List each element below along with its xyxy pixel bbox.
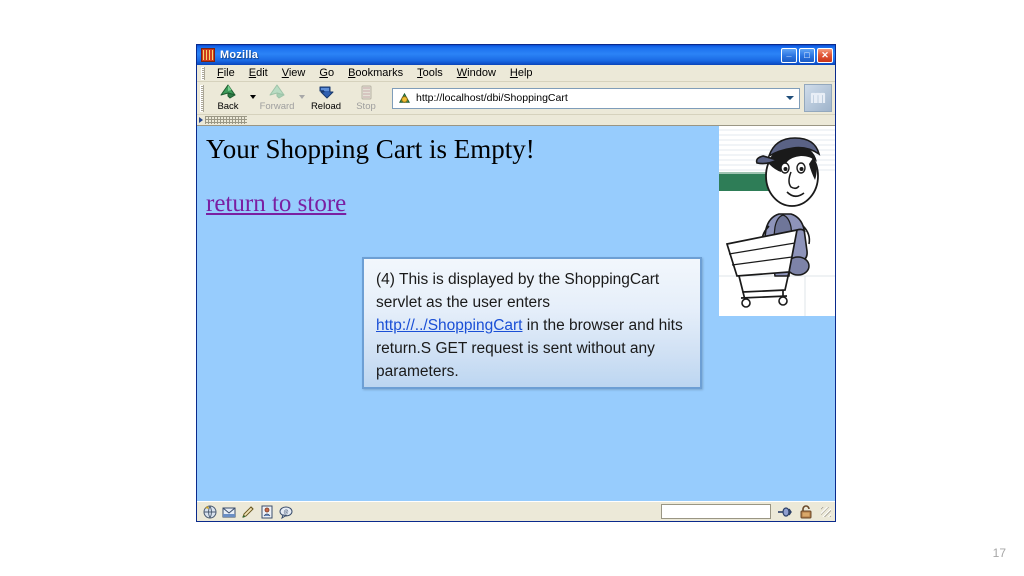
stop-button[interactable]: Stop xyxy=(346,83,386,114)
menu-item-file[interactable]: File xyxy=(210,66,242,80)
composer-icon[interactable] xyxy=(240,504,256,520)
page-favicon xyxy=(399,92,410,103)
close-icon: ✕ xyxy=(821,49,829,60)
window-title-bar: Mozilla _ □ ✕ xyxy=(197,45,835,65)
window-resize-grip[interactable] xyxy=(821,506,831,517)
reload-arrow-icon xyxy=(319,86,334,99)
page-title: Your Shopping Cart is Empty! xyxy=(206,134,535,164)
navigation-toolbar: Back Forward Reload Stop http://localhos… xyxy=(197,82,835,115)
maximize-button[interactable]: □ xyxy=(799,47,815,63)
shopper-with-cart-cartoon xyxy=(719,126,835,316)
security-padlock-icon[interactable] xyxy=(798,504,814,520)
mozilla-icon xyxy=(201,48,215,62)
navigation-toolbar-grip[interactable] xyxy=(200,84,204,112)
reload-button-label: Reload xyxy=(310,101,342,112)
callout-box: (4) This is displayed by the ShoppingCar… xyxy=(362,257,702,389)
slide-canvas: Mozilla _ □ ✕ File Edit View Go Bookmark… xyxy=(0,0,1024,576)
callout-text-before: (4) This is displayed by the ShoppingCar… xyxy=(376,271,660,311)
back-history-dropdown[interactable] xyxy=(248,83,257,114)
close-button[interactable]: ✕ xyxy=(817,47,833,63)
maximize-icon: □ xyxy=(804,49,810,60)
mail-icon[interactable] xyxy=(221,504,237,520)
chevron-down-icon xyxy=(298,94,305,99)
forward-button-label: Forward xyxy=(259,101,295,112)
status-bar-component-icons: @ xyxy=(199,504,294,520)
mozilla-logo-icon xyxy=(810,92,826,103)
menu-item-view[interactable]: View xyxy=(275,66,313,80)
window-title: Mozilla xyxy=(220,49,259,61)
throbber-button[interactable] xyxy=(804,84,832,112)
return-to-store-link[interactable]: return to store xyxy=(206,190,346,218)
menu-item-go[interactable]: Go xyxy=(312,66,341,80)
menu-item-help[interactable]: Help xyxy=(503,66,540,80)
reload-button[interactable]: Reload xyxy=(306,83,346,114)
expand-toolbar-icon[interactable] xyxy=(199,117,203,123)
forward-button[interactable]: Forward xyxy=(257,83,297,114)
network-proxy-icon[interactable] xyxy=(777,504,793,520)
stop-icon xyxy=(361,85,372,100)
status-bar-progress-field xyxy=(661,504,771,519)
chevron-down-icon xyxy=(785,96,794,100)
slide-number: 17 xyxy=(992,546,1006,560)
addressbook-icon[interactable] xyxy=(259,504,275,520)
minimize-icon: _ xyxy=(786,47,792,58)
personal-toolbar-grip[interactable] xyxy=(205,116,247,124)
address-bar[interactable]: http://localhost/dbi/ShoppingCart xyxy=(392,87,800,109)
forward-history-dropdown[interactable] xyxy=(297,83,306,114)
address-bar-dropdown[interactable] xyxy=(782,90,797,107)
window-controls: _ □ ✕ xyxy=(781,47,833,63)
menu-item-window[interactable]: Window xyxy=(450,66,503,80)
menu-bar: File Edit View Go Bookmarks Tools Window… xyxy=(197,65,835,82)
personal-toolbar[interactable] xyxy=(197,115,835,126)
menu-item-bookmarks[interactable]: Bookmarks xyxy=(341,66,410,80)
back-button[interactable]: Back xyxy=(208,83,248,114)
menu-bar-grip[interactable] xyxy=(201,66,205,80)
stop-button-label: Stop xyxy=(356,101,376,112)
svg-text:@: @ xyxy=(283,509,288,515)
irc-chat-icon[interactable]: @ xyxy=(278,504,294,520)
back-arrow-icon xyxy=(220,84,236,99)
status-bar: @ xyxy=(197,501,835,521)
address-bar-input[interactable]: http://localhost/dbi/ShoppingCart xyxy=(416,92,782,104)
back-button-label: Back xyxy=(217,101,239,112)
browser-icon[interactable] xyxy=(202,504,218,520)
forward-arrow-icon xyxy=(269,84,285,99)
callout-shoppingcart-link[interactable]: http://../ShoppingCart xyxy=(376,317,522,334)
minimize-button[interactable]: _ xyxy=(781,47,797,63)
menu-item-edit[interactable]: Edit xyxy=(242,66,275,80)
menu-item-tools[interactable]: Tools xyxy=(410,66,450,80)
status-bar-indicators xyxy=(777,504,833,520)
chevron-down-icon xyxy=(249,94,256,99)
